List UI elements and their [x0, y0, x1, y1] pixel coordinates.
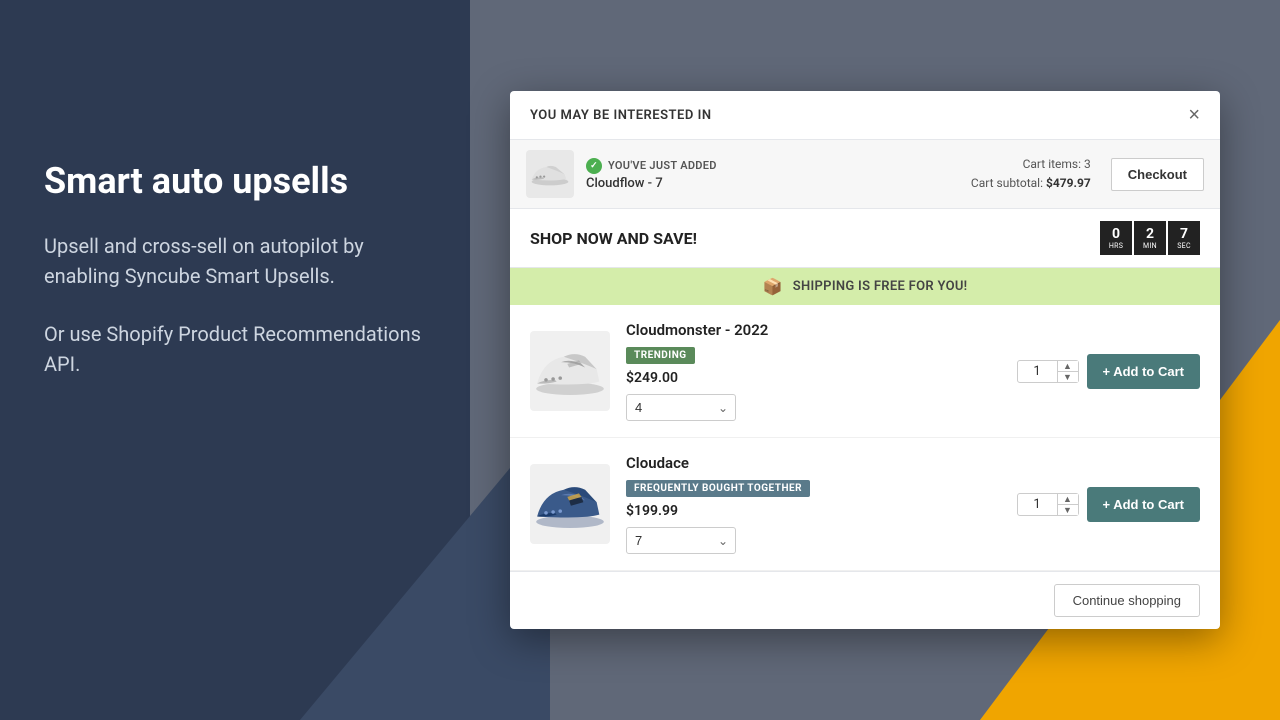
- qty-down-2[interactable]: ▼: [1058, 505, 1078, 515]
- qty-up-2[interactable]: ▲: [1058, 494, 1078, 505]
- modal-title: YOU MAY BE INTERESTED IN: [530, 108, 712, 123]
- countdown-seconds: 7 SEC: [1168, 221, 1200, 255]
- quantity-stepper-2[interactable]: ▲ ▼: [1058, 494, 1078, 515]
- variant-select-2[interactable]: 4 5 6 7 8: [626, 527, 736, 554]
- product-name-2: Cloudace: [626, 454, 1001, 472]
- cart-product-name: Cloudflow - 7: [586, 176, 959, 191]
- check-icon: ✓: [586, 158, 602, 174]
- close-button[interactable]: ×: [1188, 105, 1200, 125]
- products-list: Cloudmonster - 2022 TRENDING $249.00 4 5…: [510, 305, 1220, 571]
- product-item-2: Cloudace FREQUENTLY BOUGHT TOGETHER $199…: [510, 438, 1220, 571]
- cart-added-info: ✓ YOU'VE JUST ADDED Cloudflow - 7: [586, 158, 959, 191]
- quantity-value-1: 1: [1018, 361, 1058, 382]
- cart-added-label: ✓ YOU'VE JUST ADDED: [586, 158, 959, 174]
- countdown-minutes: 2 MIN: [1134, 221, 1166, 255]
- quantity-control-2[interactable]: 1 ▲ ▼: [1017, 493, 1079, 516]
- qty-down-1[interactable]: ▼: [1058, 372, 1078, 382]
- product-price-1: $249.00: [626, 370, 1001, 386]
- continue-shopping-button[interactable]: Continue shopping: [1054, 584, 1200, 617]
- shipping-icon: 📦: [763, 277, 783, 296]
- qty-up-1[interactable]: ▲: [1058, 361, 1078, 372]
- quantity-value-2: 1: [1018, 494, 1058, 515]
- product-actions-2: 1 ▲ ▼ + Add to Cart: [1017, 487, 1201, 522]
- countdown-timer: 0 HRS 2 MIN 7 SEC: [1100, 221, 1200, 255]
- shop-now-text: SHOP NOW AND SAVE!: [530, 229, 697, 248]
- product-image-1: [530, 331, 610, 411]
- product-price-2: $199.99: [626, 503, 1001, 519]
- checkout-button[interactable]: Checkout: [1111, 158, 1204, 191]
- variant-dropdown-1[interactable]: 4 5 6 7 8: [626, 394, 736, 421]
- cart-totals: Cart items: 3 Cart subtotal: $479.97: [971, 155, 1091, 193]
- variant-select-1[interactable]: 4 5 6 7 8: [626, 394, 736, 421]
- product-details-1: Cloudmonster - 2022 TRENDING $249.00 4 5…: [626, 321, 1001, 421]
- modal-header: YOU MAY BE INTERESTED IN ×: [510, 91, 1220, 140]
- quantity-stepper-1[interactable]: ▲ ▼: [1058, 361, 1078, 382]
- modal-footer: Continue shopping: [510, 571, 1220, 629]
- add-to-cart-button-2[interactable]: + Add to Cart: [1087, 487, 1201, 522]
- variant-dropdown-2[interactable]: 4 5 6 7 8: [626, 527, 736, 554]
- cart-subtotal: Cart subtotal: $479.97: [971, 174, 1091, 193]
- product-item-1: Cloudmonster - 2022 TRENDING $249.00 4 5…: [510, 305, 1220, 438]
- product-name-1: Cloudmonster - 2022: [626, 321, 1001, 339]
- cart-product-image: [526, 150, 574, 198]
- product-badge-2: FREQUENTLY BOUGHT TOGETHER: [626, 480, 810, 497]
- add-to-cart-button-1[interactable]: + Add to Cart: [1087, 354, 1201, 389]
- cart-items-count: Cart items: 3: [971, 155, 1091, 174]
- cart-summary-bar: ✓ YOU'VE JUST ADDED Cloudflow - 7 Cart i…: [510, 140, 1220, 209]
- modal-overlay: YOU MAY BE INTERESTED IN × ✓: [0, 0, 1280, 720]
- product-actions-1: 1 ▲ ▼ + Add to Cart: [1017, 354, 1201, 389]
- product-details-2: Cloudace FREQUENTLY BOUGHT TOGETHER $199…: [626, 454, 1001, 554]
- product-badge-1: TRENDING: [626, 347, 695, 364]
- product-image-2: [530, 464, 610, 544]
- shipping-banner: 📦 SHIPPING IS FREE FOR YOU!: [510, 268, 1220, 305]
- countdown-hours: 0 HRS: [1100, 221, 1132, 255]
- shop-now-bar: SHOP NOW AND SAVE! 0 HRS 2 MIN 7 SEC: [510, 209, 1220, 268]
- quantity-control-1[interactable]: 1 ▲ ▼: [1017, 360, 1079, 383]
- modal: YOU MAY BE INTERESTED IN × ✓: [510, 91, 1220, 629]
